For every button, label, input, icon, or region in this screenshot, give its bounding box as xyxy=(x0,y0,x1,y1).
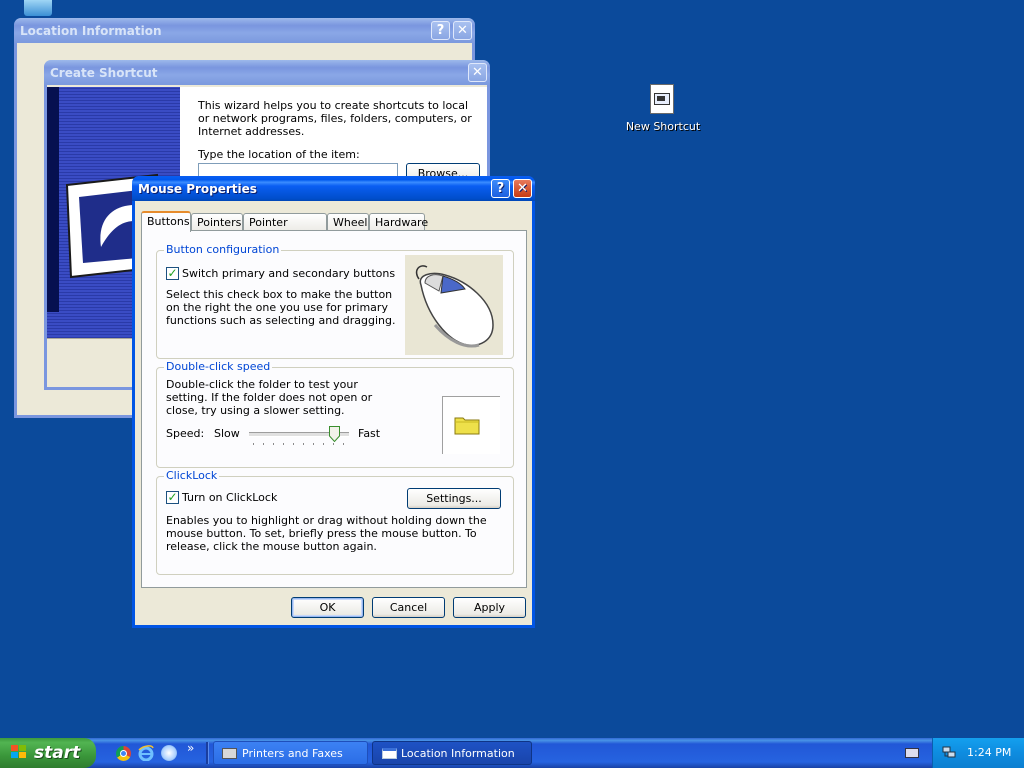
tab-buttons[interactable]: Buttons xyxy=(141,211,191,232)
folder-icon xyxy=(454,417,480,435)
language-bar-icon[interactable] xyxy=(905,748,919,758)
quick-launch-more-icon[interactable]: » xyxy=(187,741,194,755)
test-folder-area[interactable] xyxy=(442,396,500,454)
button-configuration-label: Button configuration xyxy=(164,243,282,256)
taskbar-separator xyxy=(206,742,209,764)
chrome-icon[interactable] xyxy=(116,746,131,761)
clicklock-group: ClickLock ✓ Turn on ClickLock Settings..… xyxy=(156,469,514,575)
button-configuration-group: Button configuration ✓ Switch primary an… xyxy=(156,243,514,359)
desktop-icon-label: New Shortcut xyxy=(625,120,701,133)
mouse-tab-strip: Buttons Pointers Pointer Options Wheel H… xyxy=(141,211,527,242)
slider-thumb[interactable] xyxy=(329,426,340,443)
location-help-button[interactable]: ? xyxy=(431,21,450,40)
media-player-icon[interactable] xyxy=(161,745,177,761)
shortcut-title: Create Shortcut xyxy=(50,66,158,80)
window-icon xyxy=(382,748,397,759)
tab-hardware[interactable]: Hardware xyxy=(369,213,428,231)
buttons-tab-page: Button configuration ✓ Switch primary an… xyxy=(141,230,527,588)
taskbar: start » Printers and Faxes Location Info… xyxy=(0,738,1024,768)
clock[interactable]: 1:24 PM xyxy=(967,746,1011,759)
switch-buttons-label[interactable]: Switch primary and secondary buttons xyxy=(182,267,402,280)
slow-label: Slow xyxy=(214,427,240,440)
speed-slider[interactable] xyxy=(249,426,349,448)
clicklock-settings-button[interactable]: Settings... xyxy=(407,488,501,509)
fast-label: Fast xyxy=(358,427,381,440)
double-click-speed-group: Double-click speed Double-click the fold… xyxy=(156,360,514,468)
task-location-label: Location Information xyxy=(401,747,515,760)
mouse-icon xyxy=(415,265,494,348)
printer-icon xyxy=(222,748,237,759)
task-printers-label: Printers and Faxes xyxy=(242,747,343,760)
mouse-help-button[interactable]: ? xyxy=(491,179,510,198)
clicklock-checkbox-label[interactable]: Turn on ClickLock xyxy=(182,491,322,504)
clicklock-checkbox[interactable]: ✓ xyxy=(166,491,179,504)
shortcut-close-button[interactable]: ✕ xyxy=(468,63,487,82)
mouse-title: Mouse Properties xyxy=(138,182,257,196)
shortcut-titlebar[interactable]: Create Shortcut ✕ xyxy=(44,60,490,85)
cancel-button[interactable]: Cancel xyxy=(372,597,445,618)
shortcut-file-icon xyxy=(650,84,674,114)
mouse-illustration xyxy=(405,255,503,355)
double-click-description: Double-click the folder to test your set… xyxy=(166,378,373,417)
mouse-titlebar[interactable]: Mouse Properties ? ✕ xyxy=(132,176,535,201)
tab-pointer-options[interactable]: Pointer Options xyxy=(243,213,327,242)
tab-pointers[interactable]: Pointers xyxy=(191,213,243,231)
tab-wheel[interactable]: Wheel xyxy=(327,213,369,231)
mouse-properties-window[interactable]: Mouse Properties ? ✕ Buttons Pointers Po… xyxy=(132,176,535,628)
clicklock-label: ClickLock xyxy=(164,469,220,482)
windows-logo-icon xyxy=(11,745,28,760)
location-titlebar[interactable]: Location Information ? ✕ xyxy=(14,18,475,43)
switch-buttons-checkbox[interactable]: ✓ xyxy=(166,267,179,280)
location-title: Location Information xyxy=(20,24,162,38)
slider-ticks xyxy=(253,443,345,445)
location-close-button[interactable]: ✕ xyxy=(453,21,472,40)
network-icon[interactable] xyxy=(942,746,956,759)
clicklock-description: Enables you to highlight or drag without… xyxy=(166,514,487,553)
double-click-speed-label: Double-click speed xyxy=(164,360,273,373)
desktop-icon-new-shortcut[interactable]: New Shortcut xyxy=(622,82,704,136)
desktop-icon-partial[interactable] xyxy=(24,0,52,16)
speed-label: Speed: xyxy=(166,427,205,440)
button-config-description: Select this check box to make the button… xyxy=(166,288,396,327)
shortcut-intro-text: This wizard helps you to create shortcut… xyxy=(198,99,472,138)
start-label: start xyxy=(34,743,81,763)
mouse-close-button[interactable]: ✕ xyxy=(513,179,532,198)
internet-explorer-icon[interactable] xyxy=(138,745,154,762)
shortcut-location-label: Type the location of the item: xyxy=(198,148,360,161)
apply-button[interactable]: Apply xyxy=(453,597,526,618)
ok-button[interactable]: OK xyxy=(291,597,364,618)
